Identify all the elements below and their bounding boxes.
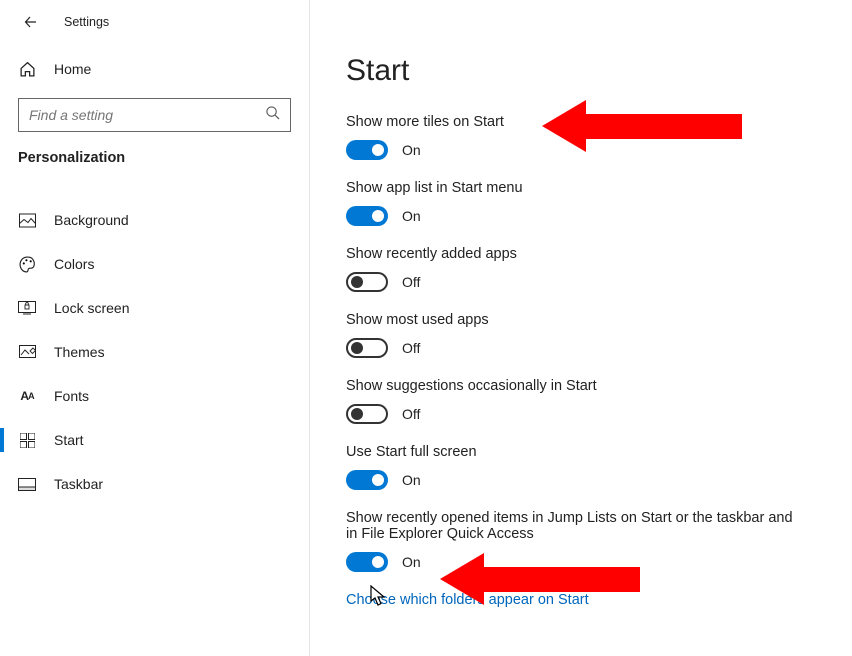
toggle-state: Off	[402, 274, 420, 290]
sidebar-item-taskbar[interactable]: Taskbar	[0, 462, 309, 506]
sidebar-item-colors[interactable]: Colors	[0, 242, 309, 286]
sidebar-item-label: Lock screen	[54, 300, 129, 316]
sidebar-item-label: Background	[54, 212, 129, 228]
sidebar-item-fonts[interactable]: AA Fonts	[0, 374, 309, 418]
themes-icon	[18, 343, 36, 361]
toggle-state: On	[402, 208, 421, 224]
setting-full-screen: Use Start full screen On	[346, 444, 822, 490]
setting-label: Show recently opened items in Jump Lists…	[346, 510, 806, 542]
fonts-icon: AA	[18, 387, 36, 405]
arrow-left-icon	[24, 14, 40, 30]
home-label: Home	[54, 61, 91, 77]
taskbar-icon	[18, 475, 36, 493]
setting-recently-added: Show recently added apps Off	[346, 246, 822, 292]
sidebar-item-label: Themes	[54, 344, 105, 360]
toggle-state: Off	[402, 406, 420, 422]
sidebar-item-themes[interactable]: Themes	[0, 330, 309, 374]
toggle-state: On	[402, 142, 421, 158]
setting-label: Show app list in Start menu	[346, 180, 822, 196]
setting-jump-lists: Show recently opened items in Jump Lists…	[346, 510, 822, 572]
lock-screen-icon	[18, 299, 36, 317]
toggle-suggestions[interactable]	[346, 404, 388, 424]
content-area: Start Show more tiles on Start On Show a…	[310, 0, 852, 656]
setting-label: Use Start full screen	[346, 444, 822, 460]
sidebar-item-background[interactable]: Background	[0, 198, 309, 242]
toggle-state: Off	[402, 340, 420, 356]
start-icon	[18, 431, 36, 449]
sidebar-item-label: Colors	[54, 256, 94, 272]
setting-suggestions: Show suggestions occasionally in Start O…	[346, 378, 822, 424]
sidebar-item-start[interactable]: Start	[0, 418, 309, 462]
toggle-most-used[interactable]	[346, 338, 388, 358]
search-input[interactable]	[29, 107, 265, 123]
palette-icon	[18, 255, 36, 273]
search-icon	[265, 105, 280, 125]
sidebar: Settings Home Personalization Background…	[0, 0, 310, 656]
setting-label: Show more tiles on Start	[346, 114, 822, 130]
toggle-full-screen[interactable]	[346, 470, 388, 490]
toggle-app-list[interactable]	[346, 206, 388, 226]
back-button[interactable]	[22, 12, 42, 32]
toggle-state: On	[402, 472, 421, 488]
choose-folders-link[interactable]: Choose which folders appear on Start	[346, 592, 822, 608]
sidebar-item-label: Taskbar	[54, 476, 103, 492]
setting-label: Show recently added apps	[346, 246, 822, 262]
setting-most-used: Show most used apps Off	[346, 312, 822, 358]
nav-list: Background Colors Lock screen Themes AA …	[0, 180, 309, 506]
search-box[interactable]	[18, 98, 291, 132]
header-row: Settings	[0, 12, 309, 46]
sidebar-item-lock-screen[interactable]: Lock screen	[0, 286, 309, 330]
toggle-more-tiles[interactable]	[346, 140, 388, 160]
page-title: Start	[346, 54, 822, 88]
setting-label: Show suggestions occasionally in Start	[346, 378, 822, 394]
toggle-state: On	[402, 554, 421, 570]
setting-more-tiles: Show more tiles on Start On	[346, 114, 822, 160]
home-icon	[18, 60, 36, 78]
window-title: Settings	[64, 15, 109, 29]
home-nav[interactable]: Home	[0, 46, 309, 92]
sidebar-item-label: Fonts	[54, 388, 89, 404]
setting-app-list: Show app list in Start menu On	[346, 180, 822, 226]
picture-icon	[18, 211, 36, 229]
section-header: Personalization	[0, 150, 309, 180]
toggle-jump-lists[interactable]	[346, 552, 388, 572]
toggle-recently-added[interactable]	[346, 272, 388, 292]
setting-label: Show most used apps	[346, 312, 822, 328]
sidebar-item-label: Start	[54, 432, 84, 448]
